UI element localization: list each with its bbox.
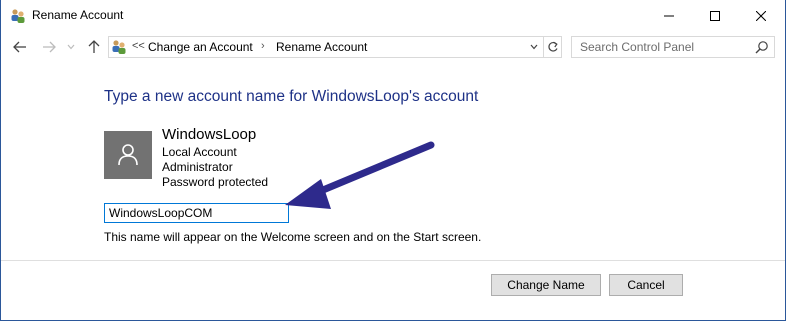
annotation-arrow [285, 141, 435, 209]
refresh-button[interactable] [543, 37, 561, 57]
breadcrumb-chevron-icon[interactable]: › [261, 40, 265, 52]
page-heading: Type a new account name for WindowsLoop'… [104, 88, 479, 105]
chevron-down-icon [530, 44, 537, 50]
address-dropdown-button[interactable] [524, 37, 542, 57]
navigation-bar: << Change an Account › Rename Account [1, 31, 785, 64]
cancel-button[interactable]: Cancel [609, 274, 683, 296]
account-role: Administrator [162, 160, 233, 174]
user-accounts-icon [111, 39, 127, 55]
user-icon [118, 144, 138, 166]
breadcrumb-change-account[interactable]: Change an Account [148, 40, 253, 54]
avatar [104, 131, 152, 179]
chevron-down-icon[interactable] [65, 39, 77, 55]
new-account-name-input[interactable] [104, 203, 289, 223]
search-icon[interactable] [755, 40, 771, 56]
address-bar[interactable]: << Change an Account › Rename Account [108, 36, 562, 58]
name-hint-text: This name will appear on the Welcome scr… [104, 230, 482, 244]
maximize-icon [710, 10, 720, 21]
refresh-icon [547, 41, 558, 52]
minimize-button[interactable] [646, 0, 692, 31]
breadcrumb-rename-account[interactable]: Rename Account [276, 40, 367, 54]
back-arrow-icon[interactable] [12, 39, 28, 55]
breadcrumb-overflow[interactable]: << [132, 40, 145, 52]
account-protection: Password protected [162, 175, 269, 189]
account-name: WindowsLoop [162, 126, 257, 143]
window-title: Rename Account [32, 8, 124, 22]
forward-arrow-icon[interactable] [41, 39, 57, 55]
up-arrow-icon[interactable] [86, 39, 102, 55]
search-box[interactable] [571, 36, 775, 58]
title-bar: Rename Account [1, 0, 785, 31]
user-accounts-icon [10, 8, 26, 24]
maximize-button[interactable] [692, 0, 738, 31]
minimize-icon [664, 15, 674, 16]
rename-account-window: Rename Account << Change an Account › Re… [0, 0, 786, 321]
close-button[interactable] [738, 0, 784, 31]
footer-divider [1, 260, 785, 261]
search-input[interactable] [572, 37, 752, 57]
change-name-button[interactable]: Change Name [491, 274, 601, 296]
close-icon [756, 10, 766, 21]
account-type: Local Account [162, 145, 237, 159]
